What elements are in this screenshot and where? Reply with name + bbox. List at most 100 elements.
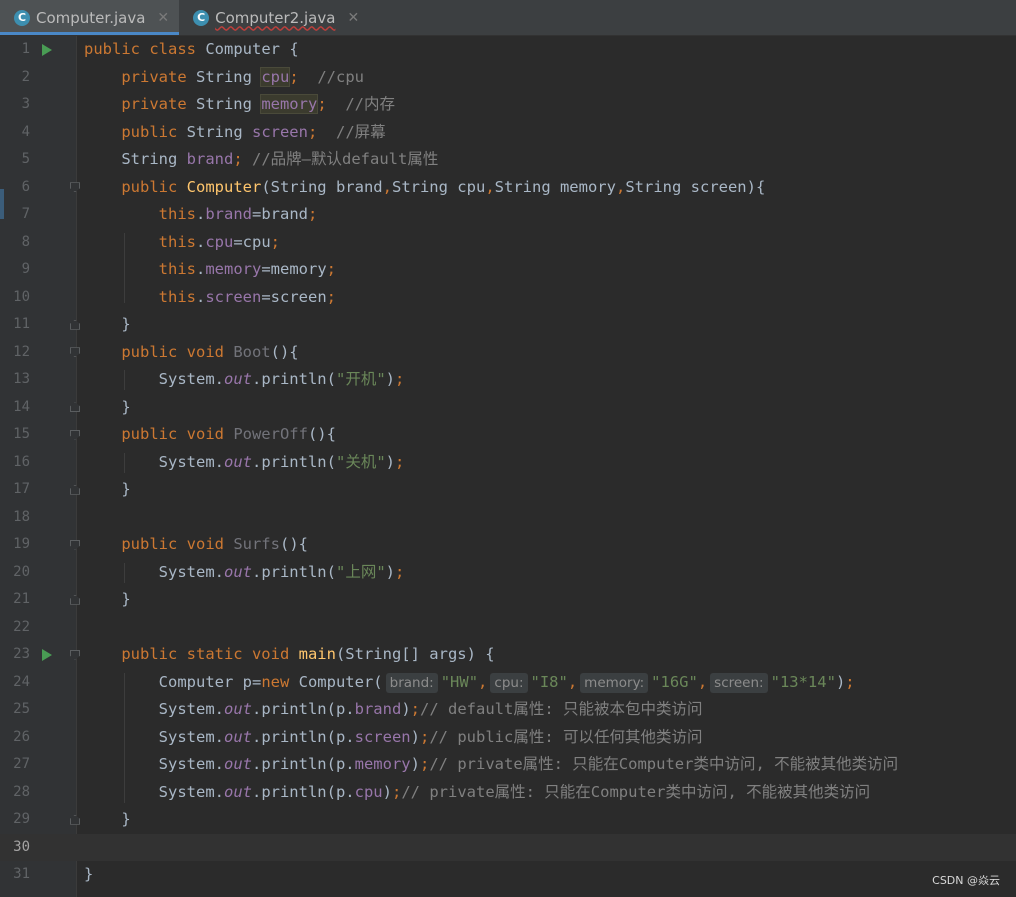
fold-icon[interactable]	[68, 806, 82, 834]
code-token: ;	[419, 755, 430, 773]
code-line[interactable]: 22	[0, 614, 1016, 642]
code-token: ;	[391, 782, 402, 801]
parameter-hint: memory:	[580, 672, 649, 693]
tab-computer2-java[interactable]: C Computer2.java ✕	[179, 0, 369, 35]
code-token: ;	[410, 700, 420, 718]
line-number: 1	[21, 41, 30, 57]
fold-icon[interactable]	[68, 311, 82, 339]
code-line[interactable]: 23 public static void main(String[] args…	[0, 641, 1016, 669]
code-token: "关机"	[335, 452, 386, 471]
code-line[interactable]: 26 System.out.println(p.screen);// publi…	[0, 724, 1016, 752]
code-token: .	[195, 205, 206, 223]
code-line[interactable]: 7 this.brand=brand;	[0, 201, 1016, 229]
code-text: public class Computer {	[84, 36, 299, 64]
code-line[interactable]: 31}	[0, 861, 1016, 889]
fold-icon[interactable]	[68, 586, 82, 614]
code-text: System.out.println(p.memory);// private属…	[84, 751, 899, 779]
code-token: String	[195, 95, 262, 113]
code-line[interactable]: 13 System.out.println("开机");	[0, 366, 1016, 394]
close-icon[interactable]: ✕	[347, 10, 359, 26]
code-token: // public属性: 可以任何其他类访问	[429, 727, 703, 746]
tab-computer-java[interactable]: C Computer.java ✕	[0, 0, 180, 35]
code-line[interactable]: 27 System.out.println(p.memory);// priva…	[0, 751, 1016, 779]
code-line[interactable]: 18	[0, 504, 1016, 532]
code-token: }	[84, 865, 94, 883]
fold-icon[interactable]	[68, 174, 82, 202]
code-line[interactable]: 1 public class Computer {	[0, 36, 1016, 64]
code-line[interactable]: 15 public void PowerOff(){	[0, 421, 1016, 449]
code-line[interactable]: 4 public String screen; //屏幕	[0, 119, 1016, 147]
code-token: ,	[567, 672, 578, 691]
code-line[interactable]: 9 this.memory=memory;	[0, 256, 1016, 284]
line-number: 2	[21, 68, 30, 85]
line-number: 19	[13, 536, 30, 552]
fold-icon[interactable]	[68, 421, 82, 449]
code-line[interactable]: 16 System.out.println("关机");	[0, 449, 1016, 477]
code-token: System.	[84, 370, 224, 388]
code-line[interactable]: 11 }	[0, 311, 1016, 339]
code-token: ,	[615, 177, 626, 196]
code-token: .println(p.	[251, 700, 355, 718]
fold-icon[interactable]	[68, 339, 82, 367]
code-token: )	[401, 700, 411, 718]
line-number: 13	[13, 371, 30, 387]
line-number: 27	[13, 756, 30, 772]
parameter-hint: screen:	[710, 672, 768, 693]
code-line[interactable]: 20 System.out.println("上网");	[0, 559, 1016, 587]
code-line[interactable]: 14 }	[0, 394, 1016, 422]
code-token: }	[84, 315, 131, 333]
code-editor[interactable]: 1 public class Computer {2 private String…	[0, 36, 1016, 897]
code-line[interactable]: 21 }	[0, 586, 1016, 614]
code-line[interactable]: 24 Computer p=new Computer(brand: "HW", cp…	[0, 669, 1016, 697]
code-token: System.	[84, 755, 224, 773]
fold-icon[interactable]	[68, 531, 82, 559]
code-token: memory	[354, 755, 411, 773]
code-token: "上网"	[335, 562, 386, 581]
code-line[interactable]: 6 public Computer(String brand,String cp…	[0, 174, 1016, 202]
code-line[interactable]: 30	[0, 833, 1016, 861]
code-line[interactable]: 12 public void Boot(){	[0, 339, 1016, 367]
code-token: this	[158, 232, 196, 251]
code-token: brand	[186, 150, 234, 168]
tab-label: Computer.java	[36, 8, 146, 27]
code-line[interactable]: 19 public void Surfs(){	[0, 531, 1016, 559]
code-token: out	[223, 755, 252, 773]
close-icon[interactable]: ✕	[157, 10, 169, 26]
code-token: screen	[354, 727, 411, 746]
fold-icon[interactable]	[68, 394, 82, 422]
code-text: public void Boot(){	[84, 339, 298, 367]
code-token: ;	[395, 562, 405, 581]
code-line[interactable]: 17 }	[0, 476, 1016, 504]
code-token: .println(	[251, 562, 336, 581]
code-text: System.out.println("关机");	[84, 449, 405, 477]
code-token: public void	[121, 342, 234, 361]
code-token: )	[835, 672, 846, 691]
code-token: ;	[419, 727, 430, 746]
code-token: ;	[395, 452, 405, 471]
code-line[interactable]: 2 private String cpu; //cpu	[0, 64, 1016, 92]
fold-icon[interactable]	[68, 641, 82, 669]
code-line[interactable]: 25 System.out.println(p.brand);// defaul…	[0, 696, 1016, 724]
code-token: .	[195, 232, 206, 251]
code-line[interactable]: 5 String brand; //品牌—默认default属性	[0, 146, 1016, 174]
fold-icon[interactable]	[68, 476, 82, 504]
code-line[interactable]: 28 System.out.println(p.cpu);// private属…	[0, 779, 1016, 807]
code-text: }	[84, 311, 131, 339]
code-token: )	[410, 755, 420, 773]
code-line[interactable]: 8 this.cpu=cpu;	[0, 229, 1016, 257]
code-token: String screen){	[625, 177, 766, 196]
code-line[interactable]: 10 this.screen=screen;	[0, 284, 1016, 312]
code-token: String	[84, 150, 187, 168]
run-icon[interactable]	[40, 36, 54, 64]
line-number: 10	[13, 288, 30, 305]
code-line[interactable]: 3 private String memory; //内存	[0, 91, 1016, 119]
code-line[interactable]: 29 }	[0, 806, 1016, 834]
run-icon[interactable]	[40, 641, 54, 669]
code-text: this.memory=memory;	[84, 256, 336, 284]
parameter-hint: brand:	[385, 672, 438, 693]
